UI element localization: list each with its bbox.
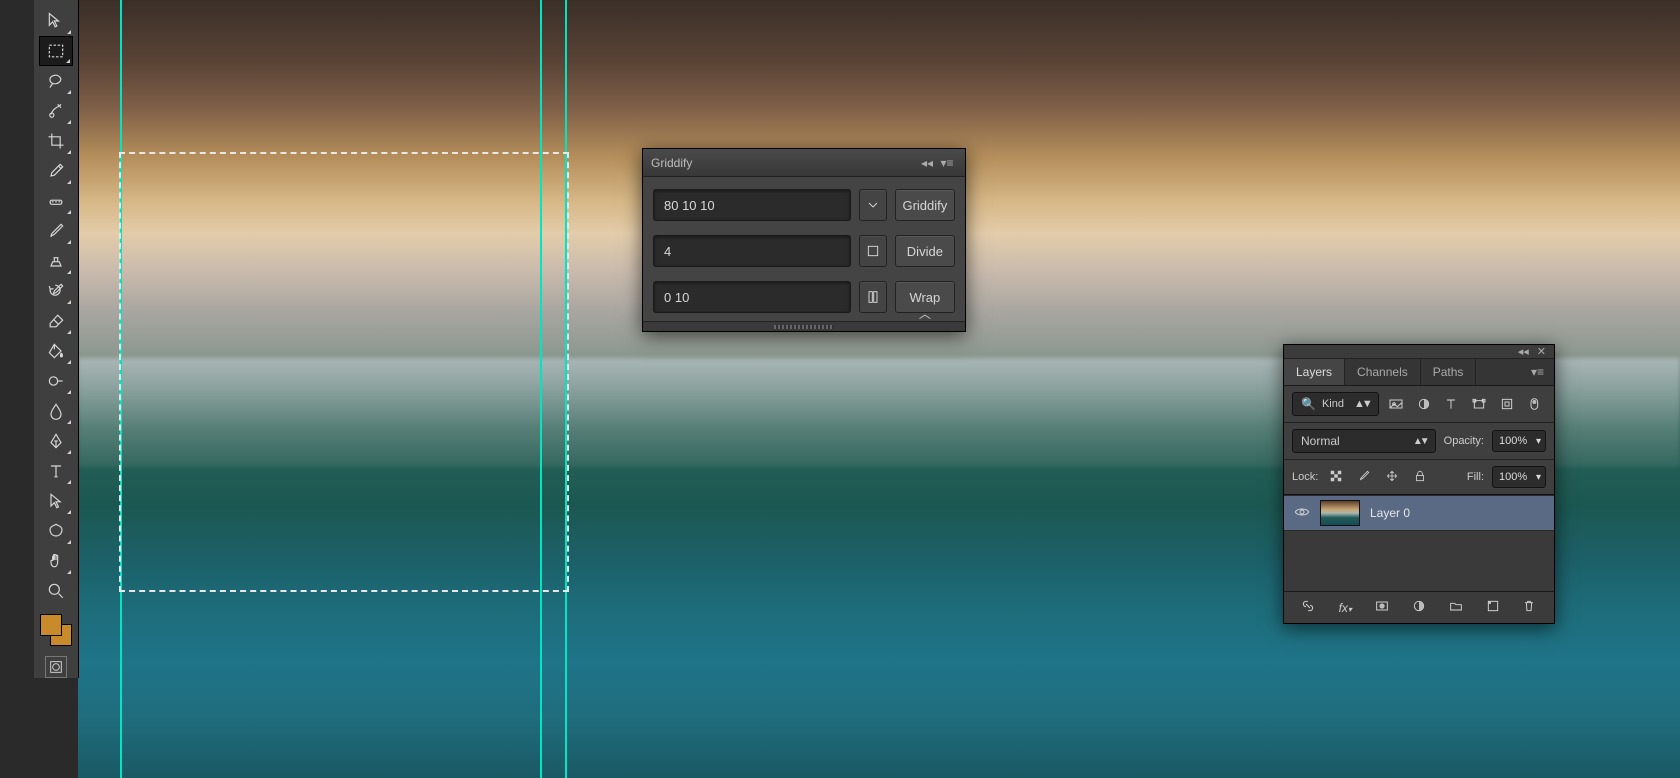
layer-name[interactable]: Layer 0 [1370,506,1410,520]
divide-value-input[interactable] [653,235,851,267]
eyedropper-tool[interactable] [39,156,73,186]
wrap-margins-button[interactable] [859,281,887,313]
shape-filter-icon[interactable] [1468,393,1490,415]
panel-header[interactable]: Griddify ◂◂ ▾≡ [643,149,965,177]
layer-thumbnail[interactable] [1320,500,1360,526]
chevron-up-icon: ︿ [919,305,931,322]
history-brush-tool[interactable] [39,276,73,306]
panel-resize-grip[interactable] [643,321,965,331]
panel-collapse-icon[interactable]: ◂◂ [1518,345,1529,358]
move-tool[interactable] [39,6,73,36]
blend-mode-select[interactable]: Normal ▲▼ [1292,429,1436,453]
lock-label: Lock: [1292,471,1318,483]
fill-input[interactable]: 100% ▾ [1492,466,1546,488]
layers-panel[interactable]: ◂◂ ✕ Layers Channels Paths ▾≡ 🔍 Kind ▲▼ … [1283,344,1555,624]
divide-button[interactable]: Divide [895,235,955,267]
griddify-dropdown-button[interactable] [859,189,887,221]
crop-tool[interactable] [39,126,73,156]
filter-toggle-switch[interactable] [1524,393,1546,415]
lock-image-icon[interactable] [1354,469,1374,486]
clone-stamp-tool[interactable] [39,246,73,276]
fill-label: Fill: [1467,471,1484,483]
panel-tabs: Layers Channels Paths ▾≡ [1284,359,1554,386]
griddify-values-input[interactable] [653,189,851,221]
opacity-label: Opacity: [1444,435,1484,447]
divide-bounds-button[interactable] [859,235,887,267]
link-layers-icon[interactable] [1296,598,1320,617]
pixel-filter-icon[interactable] [1385,393,1407,415]
tab-layers[interactable]: Layers [1284,359,1345,385]
color-swatches[interactable] [38,612,74,648]
layer-row[interactable]: Layer 0 [1284,495,1554,531]
panel-topstrip: ◂◂ ✕ [1284,345,1554,359]
layer-list[interactable]: Layer 0 [1284,495,1554,591]
tab-channels[interactable]: Channels [1345,359,1421,385]
paint-bucket-tool[interactable] [39,336,73,366]
brush-tool[interactable] [39,216,73,246]
chevron-down-icon: ▾ [1536,436,1541,447]
chevron-updown-icon: ▲▼ [1413,436,1427,447]
pen-tool[interactable] [39,426,73,456]
blur-tool[interactable] [39,396,73,426]
horizontal-type-tool[interactable] [39,456,73,486]
tools-panel [34,0,78,678]
smartobject-filter-icon[interactable] [1496,393,1518,415]
zoom-tool[interactable] [39,576,73,606]
wrap-values-input[interactable] [653,281,851,313]
spot-healing-brush-tool[interactable] [39,186,73,216]
rectangular-marquee-tool[interactable] [39,36,73,66]
lock-all-icon[interactable] [1410,469,1430,486]
visibility-eye-icon[interactable] [1294,504,1310,523]
delete-layer-icon[interactable] [1517,598,1541,617]
panel-title: Griddify [651,156,917,170]
chevron-down-icon: ▾ [1536,472,1541,483]
search-icon: 🔍 [1301,397,1316,411]
panel-close-icon[interactable]: ✕ [1537,345,1546,358]
lasso-tool[interactable] [39,66,73,96]
layer-mask-icon[interactable] [1370,598,1394,617]
wrap-button[interactable]: Wrap ︿ [895,281,955,313]
panel-menu-icon[interactable]: ▾≡ [937,156,957,170]
new-layer-icon[interactable] [1481,598,1505,617]
hand-tool[interactable] [39,546,73,576]
foreground-color-swatch[interactable] [40,614,62,636]
eraser-tool[interactable] [39,306,73,336]
quick-mask-toggle[interactable] [45,656,67,678]
adjustment-layer-icon[interactable] [1407,598,1431,617]
tab-paths[interactable]: Paths [1421,359,1477,385]
marquee-selection[interactable] [119,152,569,592]
lock-position-icon[interactable] [1382,469,1402,486]
adjustment-filter-icon[interactable] [1413,393,1435,415]
lock-transparency-icon[interactable] [1326,469,1346,486]
custom-shape-tool[interactable] [39,516,73,546]
type-filter-icon[interactable] [1441,393,1463,415]
chevron-updown-icon: ▲▼ [1354,398,1370,410]
opacity-input[interactable]: 100% ▾ [1492,430,1546,452]
dodge-tool[interactable] [39,366,73,396]
quick-selection-tool[interactable] [39,96,73,126]
layer-style-fx-icon[interactable]: fx▾ [1333,601,1357,615]
layer-filter-kind-select[interactable]: 🔍 Kind ▲▼ [1292,392,1379,416]
panel-menu-icon[interactable]: ▾≡ [1521,359,1554,385]
griddify-button[interactable]: Griddify [895,189,955,221]
group-icon[interactable] [1444,598,1468,617]
panel-collapse-icon[interactable]: ◂◂ [917,156,937,170]
path-selection-tool[interactable] [39,486,73,516]
griddify-panel[interactable]: Griddify ◂◂ ▾≡ Griddify Divide Wrap [642,148,966,332]
